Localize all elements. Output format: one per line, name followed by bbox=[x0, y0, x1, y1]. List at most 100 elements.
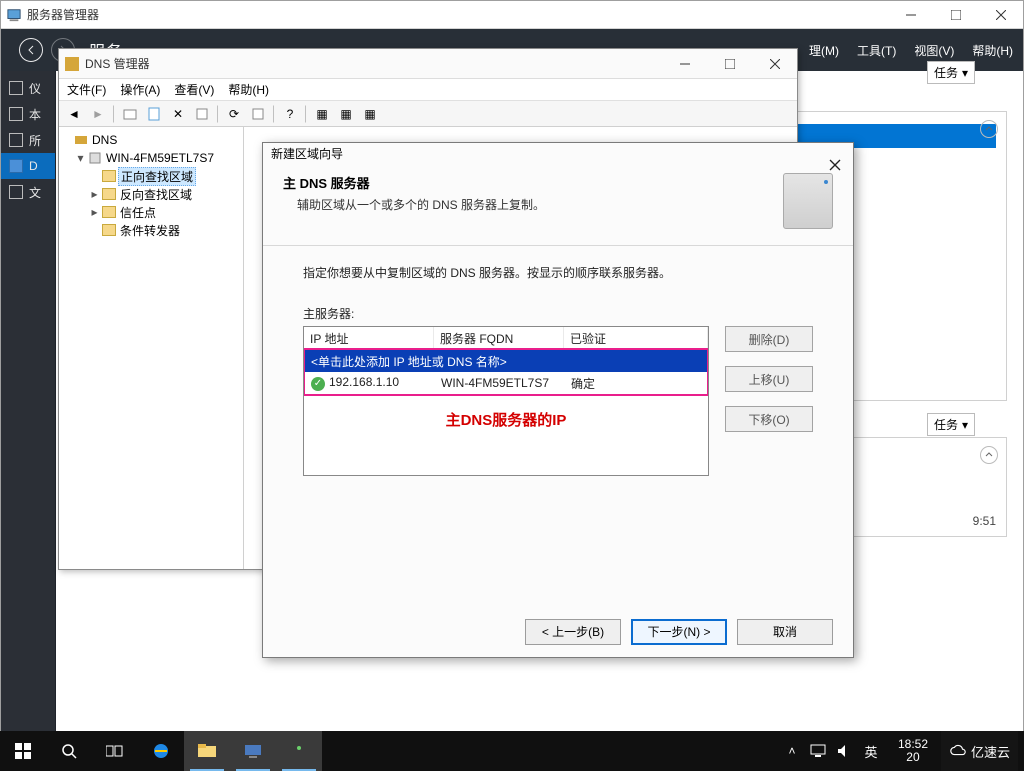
tree-server[interactable]: ▾WIN-4FM59ETL7S7 bbox=[61, 149, 241, 167]
sidebar-item-all[interactable]: 所 bbox=[1, 127, 55, 153]
col-validated[interactable]: 已验证 bbox=[564, 327, 708, 348]
close-button[interactable] bbox=[978, 1, 1023, 29]
toolbar-up-icon[interactable] bbox=[119, 104, 141, 124]
toolbar-refresh-icon[interactable]: ⟳ bbox=[223, 104, 245, 124]
toolbar-extra1-icon[interactable]: ▦ bbox=[311, 104, 333, 124]
toolbar-properties-icon[interactable] bbox=[191, 104, 213, 124]
wizard-subheading: 辅助区域从一个或多个的 DNS 服务器上复制。 bbox=[283, 196, 783, 213]
next-button[interactable]: 下一步(N) > bbox=[631, 619, 727, 645]
toolbar-new-icon[interactable] bbox=[143, 104, 165, 124]
list-row[interactable]: ✓192.168.1.10 WIN-4FM59ETL7S7 确定 bbox=[305, 372, 707, 394]
ime-indicator[interactable]: 英 bbox=[857, 742, 885, 761]
tray-volume-icon[interactable] bbox=[831, 744, 857, 758]
dns-manager-menubar: 文件(F) 操作(A) 查看(V) 帮助(H) bbox=[59, 79, 797, 101]
dns-manager-title: DNS 管理器 bbox=[85, 55, 150, 72]
menu-view[interactable]: 视图(V) bbox=[914, 42, 954, 59]
section-timestamp: 9:51 bbox=[973, 514, 996, 528]
dns-manager-task-icon[interactable] bbox=[276, 731, 322, 771]
sidebar-item-local[interactable]: 本 bbox=[1, 101, 55, 127]
tasks-dropdown[interactable]: 任务▾ bbox=[927, 61, 975, 84]
tree-forward-zones[interactable]: 正向查找区域 bbox=[61, 167, 241, 185]
server-manager-icon bbox=[7, 8, 21, 22]
server-icon bbox=[783, 173, 833, 229]
watermark-brand: 亿速云 bbox=[941, 731, 1018, 771]
dns-manager-icon bbox=[65, 57, 79, 71]
menu-help[interactable]: 帮助(H) bbox=[972, 42, 1013, 59]
tree-conditional-forwarders[interactable]: 条件转发器 bbox=[61, 221, 241, 239]
server-icon bbox=[88, 151, 102, 165]
wizard-titlebar[interactable]: 新建区域向导 bbox=[263, 143, 853, 163]
folder-icon bbox=[102, 206, 116, 218]
tree-trust-points[interactable]: ▸信任点 bbox=[61, 203, 241, 221]
list-header: IP 地址 服务器 FQDN 已验证 bbox=[304, 327, 708, 349]
tray-network-icon[interactable] bbox=[805, 744, 831, 758]
collapse-icon[interactable] bbox=[980, 120, 998, 138]
server-manager-title: 服务器管理器 bbox=[27, 6, 99, 23]
task-view-button[interactable] bbox=[92, 731, 138, 771]
tray-up-icon[interactable]: ˄ bbox=[779, 744, 805, 758]
folder-icon bbox=[102, 224, 116, 236]
list-add-row[interactable]: <单击此处添加 IP 地址或 DNS 名称> bbox=[305, 350, 707, 372]
wizard-footer: < 上一步(B) 下一步(N) > 取消 bbox=[263, 605, 853, 657]
menu-help[interactable]: 帮助(H) bbox=[228, 81, 269, 98]
add-placeholder: <单击此处添加 IP 地址或 DNS 名称> bbox=[305, 351, 513, 372]
menu-file[interactable]: 文件(F) bbox=[67, 81, 106, 98]
menu-manage[interactable]: 理(M) bbox=[809, 42, 839, 59]
sidebar-item-file[interactable]: 文 bbox=[1, 179, 55, 205]
move-down-button[interactable]: 下移(O) bbox=[725, 406, 813, 432]
server-manager-titlebar[interactable]: 服务器管理器 bbox=[1, 1, 1023, 29]
dns-root-icon bbox=[74, 133, 88, 147]
folder-icon bbox=[102, 188, 116, 200]
tree-root[interactable]: DNS bbox=[61, 131, 241, 149]
tree-reverse-zones[interactable]: ▸反向查找区域 bbox=[61, 185, 241, 203]
wizard-instruction: 指定你想要从中复制区域的 DNS 服务器。按显示的顺序联系服务器。 bbox=[303, 264, 813, 281]
tasks-dropdown-2[interactable]: 任务▾ bbox=[927, 413, 975, 436]
toolbar-export-icon[interactable] bbox=[247, 104, 269, 124]
move-up-button[interactable]: 上移(U) bbox=[725, 366, 813, 392]
wizard-close-button[interactable] bbox=[825, 155, 845, 175]
explorer-icon[interactable] bbox=[184, 731, 230, 771]
start-button[interactable] bbox=[0, 731, 46, 771]
toolbar-extra2-icon[interactable]: ▦ bbox=[335, 104, 357, 124]
server-manager-task-icon[interactable] bbox=[230, 731, 276, 771]
new-zone-wizard-dialog: 新建区域向导 主 DNS 服务器 辅助区域从一个或多个的 DNS 服务器上复制。… bbox=[262, 142, 854, 658]
master-servers-label: 主服务器: bbox=[303, 305, 813, 322]
master-servers-list[interactable]: IP 地址 服务器 FQDN 已验证 <单击此处添加 IP 地址或 DNS 名称… bbox=[303, 326, 709, 476]
toolbar-delete-icon[interactable]: ✕ bbox=[167, 104, 189, 124]
menu-view[interactable]: 查看(V) bbox=[174, 81, 214, 98]
server-manager-sidebar: 仪 本 所 D 文 bbox=[1, 71, 56, 770]
mmc-minimize-button[interactable] bbox=[662, 50, 707, 78]
col-fqdn[interactable]: 服务器 FQDN bbox=[434, 327, 564, 348]
taskbar: ˄ 英 18:52 20 亿速云 bbox=[0, 731, 1024, 771]
back-button[interactable]: < 上一步(B) bbox=[525, 619, 621, 645]
search-button[interactable] bbox=[46, 731, 92, 771]
toolbar-help-icon[interactable]: ? bbox=[279, 104, 301, 124]
mmc-close-button[interactable] bbox=[752, 50, 797, 78]
wizard-heading: 主 DNS 服务器 bbox=[283, 173, 783, 192]
wizard-header: 主 DNS 服务器 辅助区域从一个或多个的 DNS 服务器上复制。 bbox=[263, 163, 853, 246]
delete-button[interactable]: 删除(D) bbox=[725, 326, 813, 352]
sidebar-item-dashboard[interactable]: 仪 bbox=[1, 75, 55, 101]
ie-icon[interactable] bbox=[138, 731, 184, 771]
nav-back-button[interactable] bbox=[19, 38, 43, 62]
chevron-down-icon: ▾ bbox=[962, 418, 968, 432]
dns-manager-toolbar: ◄ ► ✕ ⟳ ? ▦ ▦ ▦ bbox=[59, 101, 797, 127]
cloud-icon bbox=[949, 742, 967, 760]
annotation-label: 主DNS服务器的IP bbox=[304, 409, 708, 430]
sidebar-item-dns[interactable]: D bbox=[1, 153, 55, 179]
toolbar-extra3-icon[interactable]: ▦ bbox=[359, 104, 381, 124]
col-ip[interactable]: IP 地址 bbox=[304, 327, 434, 348]
chevron-down-icon: ▾ bbox=[962, 66, 968, 80]
toolbar-back-icon[interactable]: ◄ bbox=[63, 104, 85, 124]
dns-manager-titlebar[interactable]: DNS 管理器 bbox=[59, 49, 797, 79]
check-ok-icon: ✓ bbox=[311, 377, 325, 391]
taskbar-clock[interactable]: 18:52 20 bbox=[885, 738, 941, 764]
maximize-button[interactable] bbox=[933, 1, 978, 29]
cancel-button[interactable]: 取消 bbox=[737, 619, 833, 645]
toolbar-forward-icon[interactable]: ► bbox=[87, 104, 109, 124]
menu-tools[interactable]: 工具(T) bbox=[857, 42, 896, 59]
minimize-button[interactable] bbox=[888, 1, 933, 29]
menu-action[interactable]: 操作(A) bbox=[120, 81, 160, 98]
mmc-maximize-button[interactable] bbox=[707, 50, 752, 78]
collapse-icon-2[interactable] bbox=[980, 446, 998, 464]
